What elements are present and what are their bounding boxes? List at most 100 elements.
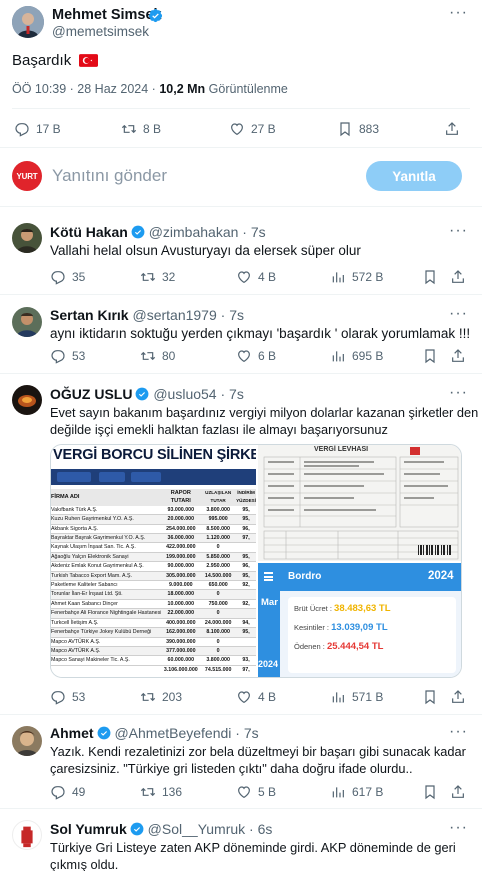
tax-table-cell xyxy=(236,637,256,647)
reply-media[interactable]: VERGİ BORCU SİLİNEN ŞİRKETLER FİRMA ADI … xyxy=(50,444,462,678)
reply-time[interactable]: · 6s xyxy=(249,821,272,837)
tax-table-cell: 390.000.000 xyxy=(161,637,201,647)
bookmark-button[interactable] xyxy=(422,689,438,705)
tax-table-row: Kaynak Ulaşım İnşaat San. Tic. A.Ş. 422.0… xyxy=(51,542,256,553)
like-button[interactable]: 5 B xyxy=(236,784,276,800)
tax-table-cell: 400.000.000 xyxy=(161,618,201,629)
reply-avatar[interactable] xyxy=(12,726,42,756)
tax-table-cell: 254.000.000 xyxy=(161,524,201,535)
reply-button[interactable]: 35 xyxy=(50,269,85,285)
retweet-button[interactable]: 32 xyxy=(140,269,175,285)
heart-icon xyxy=(238,271,250,284)
reply-author-handle[interactable]: @Sol__Yumruk xyxy=(148,821,245,837)
reply-author-name[interactable]: Ahmet xyxy=(50,725,94,741)
tax-table-row: Mapco AVTÜRK A.Ş. 377.000.000 0 xyxy=(51,646,256,657)
author-name[interactable]: Mehmet Simsek xyxy=(52,7,162,23)
share-icon xyxy=(452,785,464,798)
tax-table-row: Mapco AVTÜRK A.Ş. 390.000.000 0 xyxy=(51,637,256,647)
reply-header: OĞUZ USLU @usluo54 · 7s xyxy=(50,386,244,402)
verified-icon xyxy=(148,8,163,26)
bookmark-icon xyxy=(425,349,435,364)
share-icon xyxy=(452,270,464,283)
more-options-icon[interactable]: ··· xyxy=(449,384,468,402)
like-button[interactable]: 6 B xyxy=(236,348,276,364)
reply-text-line-2: çıkmış oldu. xyxy=(50,857,119,871)
retweet-icon xyxy=(140,787,156,797)
views-button[interactable]: 571 B xyxy=(330,689,383,705)
reply-author-name[interactable]: OĞUZ USLU xyxy=(50,386,132,402)
tax-table-cell: Akdeniz Emlak Konut Gayrimenkul A.Ş. xyxy=(51,561,162,572)
share-button[interactable] xyxy=(450,689,466,705)
bookmark-button[interactable]: 883 xyxy=(337,121,379,137)
reply-avatar[interactable] xyxy=(12,307,42,337)
more-options-icon[interactable]: ··· xyxy=(449,222,468,240)
reply-button[interactable]: 49 xyxy=(50,784,85,800)
media-image-tax-table[interactable]: VERGİ BORCU SİLİNEN ŞİRKETLER FİRMA ADI … xyxy=(51,445,256,677)
reply-time[interactable]: · 7s xyxy=(221,386,244,402)
media-image-tax-plate[interactable]: VERGİ LEVHASI xyxy=(258,445,461,561)
bookmark-button[interactable] xyxy=(422,348,438,364)
reply-author-name[interactable]: Sertan Kırık xyxy=(50,307,129,323)
share-button[interactable] xyxy=(450,784,466,800)
bookmark-icon xyxy=(425,785,435,800)
reply-time[interactable]: · 7s xyxy=(221,307,244,323)
tax-table-cell: 8.100.000 xyxy=(200,627,237,638)
reply-avatar[interactable] xyxy=(12,820,42,850)
tax-table-cell: 377.000.000 xyxy=(161,646,201,657)
reply-author-handle[interactable]: @usluo54 xyxy=(153,386,216,402)
media-image-payroll[interactable]: Bordro 2024 Mar 2024 Brüt Ücret : 38.483… xyxy=(258,563,461,677)
views-button[interactable]: 617 B xyxy=(330,784,383,800)
retweet-button[interactable]: 136 xyxy=(140,784,182,800)
reply-text-line-1: Türkiye Gri Listeye zaten AKP döneminde … xyxy=(50,840,456,855)
tax-table-cell: 5.850.000 xyxy=(200,552,237,563)
share-button[interactable] xyxy=(450,269,466,285)
retweet-button[interactable]: 203 xyxy=(140,689,182,705)
tax-table-cell xyxy=(236,589,256,600)
reply-button[interactable]: 53 xyxy=(50,689,85,705)
tax-table-cell: 20.000.000 xyxy=(161,514,201,525)
more-options-icon[interactable]: ··· xyxy=(449,723,468,741)
reply-icon xyxy=(51,350,65,364)
like-button[interactable]: 27 B xyxy=(229,121,276,137)
more-options-icon[interactable]: ··· xyxy=(449,4,468,22)
tax-table-cell: 1.120.000 xyxy=(200,533,237,544)
reply-author-handle[interactable]: @AhmetBeyefendi xyxy=(114,725,231,741)
retweet-button[interactable]: 80 xyxy=(140,348,175,364)
share-button[interactable] xyxy=(450,348,466,364)
author-avatar[interactable] xyxy=(12,6,44,38)
tax-table-cell: 0 xyxy=(200,542,237,553)
payroll-deduction-row: Kesintiler : 13.039,09 TL xyxy=(294,622,388,633)
reply-button[interactable]: 17 B xyxy=(14,121,61,137)
reply-avatar[interactable] xyxy=(12,223,42,253)
like-button[interactable]: 4 B xyxy=(236,689,276,705)
reply-author-handle[interactable]: @sertan1979 xyxy=(132,307,216,323)
tax-table-cell: Vakıfbank Türk A.Ş. xyxy=(51,505,162,516)
reply-time[interactable]: · 7s xyxy=(242,224,265,240)
share-button[interactable] xyxy=(444,121,460,137)
bookmark-button[interactable] xyxy=(422,784,438,800)
reply-avatar[interactable] xyxy=(12,385,42,415)
tax-total-cell: 97, xyxy=(236,664,256,675)
reply-submit-button[interactable]: Yanıtla xyxy=(366,161,462,191)
author-handle[interactable]: @memetsimsek xyxy=(52,24,149,39)
more-options-icon[interactable]: ··· xyxy=(449,305,468,323)
tax-table-cell: 22.000.000 xyxy=(161,608,201,619)
reply-author-handle[interactable]: @zimbahakan xyxy=(149,224,239,240)
views-button[interactable]: 572 B xyxy=(330,269,383,285)
like-button[interactable]: 4 B xyxy=(236,269,276,285)
bookmark-icon xyxy=(340,122,350,137)
tax-table-cell: Ağaoğlu Yalçın Elektronik Sanayi xyxy=(51,552,162,563)
views-button[interactable]: 695 B xyxy=(330,348,383,364)
bookmark-button[interactable] xyxy=(422,269,438,285)
tax-table-nav-btn xyxy=(99,472,125,482)
retweet-button[interactable]: 8 B xyxy=(121,121,161,137)
reply-time[interactable]: · 7s xyxy=(235,725,258,741)
reply-author-name[interactable]: Kötü Hakan xyxy=(50,224,128,240)
reply-button[interactable]: 53 xyxy=(50,348,85,364)
reply-author-name[interactable]: Sol Yumruk xyxy=(50,821,127,837)
views-count: 10,2 Mn xyxy=(159,82,206,96)
more-options-icon[interactable]: ··· xyxy=(449,819,468,837)
reply-avatar[interactable]: YURT xyxy=(12,161,42,191)
tax-table-cell: Mapco Sanayi Makineler Tic. A.Ş. xyxy=(51,655,162,666)
reply-input[interactable]: Yanıtını gönder xyxy=(52,166,167,186)
